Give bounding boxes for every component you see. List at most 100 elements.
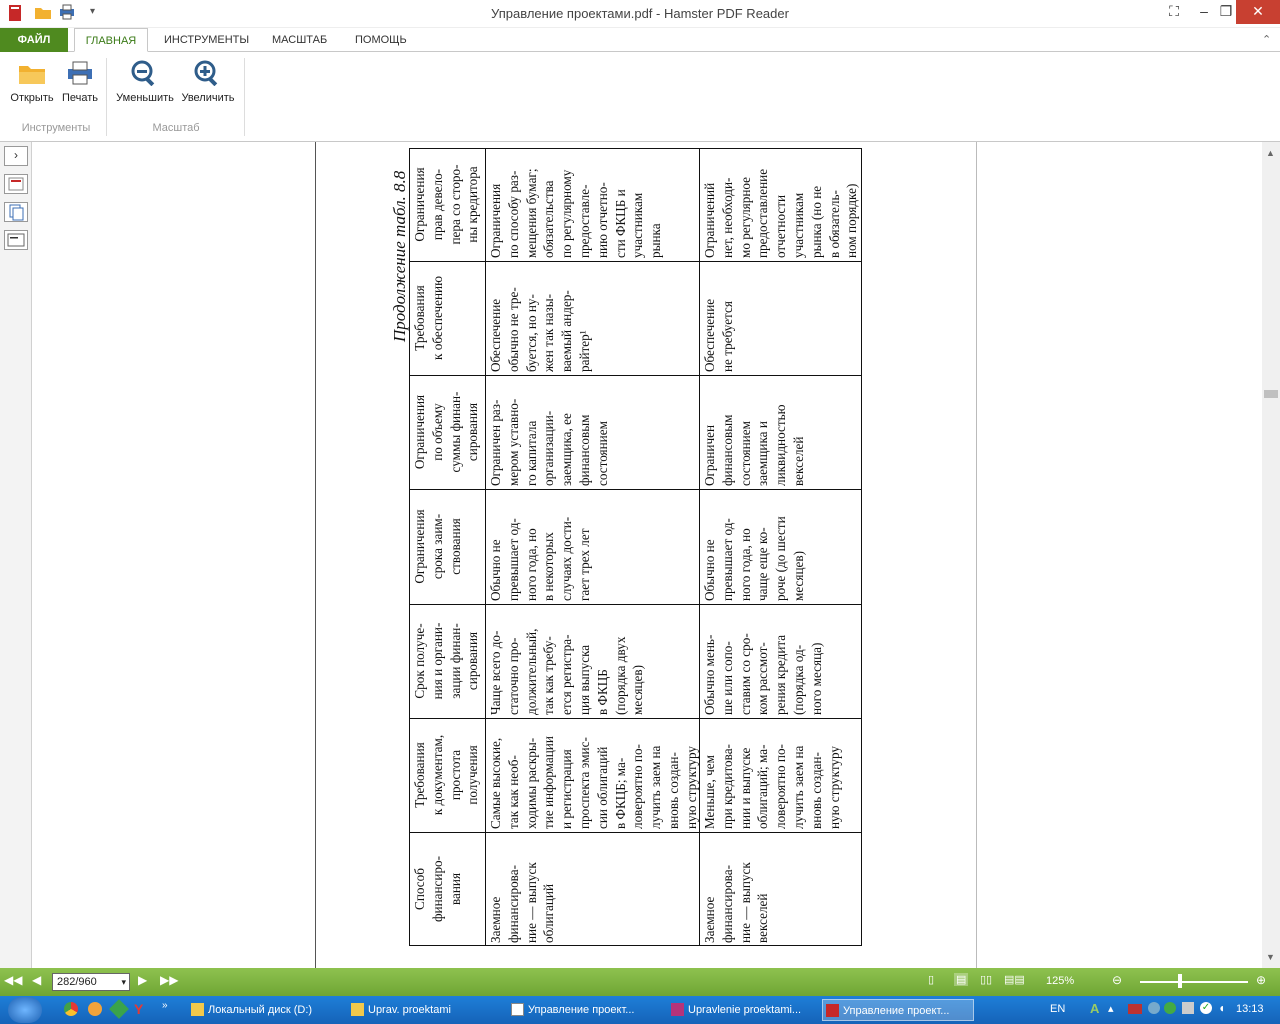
taskbar-label: Управление проект...	[843, 1005, 950, 1017]
zoom-plus-icon[interactable]: ⊕	[1256, 973, 1266, 987]
tray-arrow-icon[interactable]: ▴	[1108, 1002, 1114, 1015]
group-scale-label: Масштаб	[152, 122, 200, 134]
table-cell-text: Ограничения срока заим- ствования	[412, 509, 463, 584]
tray-status-icon[interactable]	[1148, 1002, 1160, 1014]
table-cell-text: Меньше, чем при кредитова- нии и выпуске…	[702, 744, 842, 829]
two-page-continuous-icon[interactable]: ▤▤	[1004, 973, 1025, 986]
taskbar-item-archive[interactable]: Upravlenie proektami...	[668, 999, 818, 1021]
table-header-cell: Ограничения срока заим- ствования	[409, 489, 485, 604]
table-cell-text: Способ финансиро- вания	[412, 855, 463, 923]
vertical-scrollbar[interactable]: ▲ ▼	[1262, 142, 1280, 968]
table-cell: Чаще всего до- статочно про- должительны…	[485, 604, 699, 718]
table-cell: Обычно мень- ше или сопо- ставим со сро-…	[699, 604, 862, 718]
prev-page-icon[interactable]: ◀	[32, 973, 41, 987]
clock: 13:13	[1236, 1003, 1264, 1015]
taskbar-label: Uprav. proektami	[368, 1004, 451, 1016]
collapse-ribbon-icon[interactable]: ⌃	[1256, 28, 1277, 52]
group-divider	[106, 58, 107, 136]
zoom-slider[interactable]	[1140, 981, 1248, 983]
open-label: Открыть	[10, 92, 54, 104]
show-more-icon[interactable]: »	[162, 1000, 168, 1011]
table-cell-text: Требования к обеспечению	[412, 276, 445, 360]
taskbar-label: Управление проект...	[528, 1004, 635, 1016]
print-button[interactable]: Печать	[54, 56, 106, 114]
zoom-out-icon	[131, 60, 155, 86]
page-number-input[interactable]: 282/960 ▾	[52, 973, 130, 991]
yandex-icon[interactable]: Y	[134, 1001, 143, 1017]
zoom-out-label: Уменьшить	[116, 92, 174, 104]
mail-icon[interactable]	[88, 1002, 102, 1016]
table-cell: Ограничен финансовым состоянием заемщика…	[699, 375, 862, 489]
taskbar-item-folder[interactable]: Uprav. proektami	[348, 999, 504, 1021]
thumbnails-icon[interactable]	[4, 174, 28, 194]
continuous-view-icon[interactable]: ▤	[954, 973, 969, 986]
taskbar-item-disk[interactable]: Локальный диск (D:)	[188, 999, 344, 1021]
expand-panel-icon[interactable]: ›	[4, 146, 28, 166]
start-button[interactable]	[8, 997, 42, 1023]
pdf-icon	[826, 1004, 839, 1017]
zoom-out-button[interactable]: Уменьшить	[114, 56, 176, 114]
taskbar-item-doc[interactable]: Управление проект...	[508, 999, 664, 1021]
table-cell-text: Самые высокие, так как необ- ходимы раск…	[488, 736, 699, 829]
tab-help[interactable]: ПОМОЩЬ	[349, 28, 413, 52]
tray-security-icon[interactable]	[1164, 1002, 1176, 1014]
tab-scale[interactable]: МАСШТАБ	[266, 28, 333, 52]
tray-a-icon[interactable]: A	[1090, 1001, 1099, 1016]
scroll-thumb[interactable]	[1264, 390, 1278, 398]
chrome-icon[interactable]	[64, 1002, 78, 1016]
close-button[interactable]: ✕	[1236, 0, 1280, 24]
table-cell: Обычно не превышает од- ного года, но в …	[485, 489, 699, 604]
zoom-level: 125%	[1046, 975, 1075, 987]
last-page-icon[interactable]: ▶▶	[160, 973, 178, 987]
bookmarks-icon[interactable]	[4, 230, 28, 250]
table-cell-text: Чаще всего до- статочно про- должительны…	[488, 628, 646, 715]
next-page-icon[interactable]: ▶	[138, 973, 147, 987]
table-cell: Заемное финансирова- ние — выпуск вексел…	[699, 832, 862, 946]
table-cell: Обычно не превышает од- ного года, но ча…	[699, 489, 862, 604]
taskbar-label: Upravlenie proektami...	[688, 1004, 802, 1016]
two-page-view-icon[interactable]: ▯▯	[980, 973, 992, 986]
utorrent-icon[interactable]	[109, 999, 129, 1019]
scroll-up-icon[interactable]: ▲	[1266, 148, 1275, 158]
table-caption: Продолжение табл. 8.8	[372, 152, 409, 342]
scroll-down-icon[interactable]: ▼	[1266, 952, 1275, 962]
open-button[interactable]: Открыть	[6, 56, 58, 114]
network-icon[interactable]	[1182, 1002, 1194, 1014]
page-dropdown-icon[interactable]: ▾	[121, 974, 126, 990]
left-sidebar: ›	[0, 142, 32, 968]
taskbar-item-pdf-reader[interactable]: Управление проект...	[822, 999, 974, 1021]
table-caption-text: Продолжение табл. 8.8	[390, 170, 409, 342]
zoom-slider-knob[interactable]	[1177, 974, 1182, 988]
table-cell: Самые высокие, так как необ- ходимы раск…	[485, 718, 699, 832]
table-cell-text: Ограничений нет, необходи- мо регулярное…	[702, 168, 860, 258]
volume-icon[interactable]: ◖	[1218, 1001, 1225, 1015]
fullscreen-button[interactable]: ⛶	[1158, 0, 1190, 24]
table-cell-text: Заемное финансирова- ние — выпуск облига…	[488, 862, 557, 943]
tab-home[interactable]: ГЛАВНАЯ	[74, 28, 148, 52]
taskbar-label: Локальный диск (D:)	[208, 1004, 313, 1016]
zoom-minus-icon[interactable]: ⊖	[1112, 973, 1122, 987]
flag-icon[interactable]	[1128, 1004, 1142, 1014]
folder-icon	[19, 66, 45, 84]
tab-tools[interactable]: ИНСТРУМЕНТЫ	[158, 28, 255, 52]
pages-icon[interactable]	[4, 202, 28, 222]
tab-file[interactable]: ФАЙЛ	[0, 28, 68, 52]
zoom-in-button[interactable]: Увеличить	[178, 56, 238, 114]
language-indicator[interactable]: EN	[1050, 1003, 1065, 1015]
zoom-in-label: Увеличить	[181, 92, 235, 104]
check-icon[interactable]: ✓	[1200, 1002, 1212, 1014]
ribbon: Открыть Печать Уменьшить Увеличить Инстр…	[0, 52, 1280, 142]
table-header-cell: Требования к обеспечению	[409, 261, 485, 375]
table-cell-text: Требования к документам, простота получе…	[412, 734, 481, 816]
windows-taskbar: Y » Локальный диск (D:) Uprav. proektami…	[0, 996, 1280, 1024]
first-page-icon[interactable]: ◀◀	[4, 973, 22, 987]
window-title: Управление проектами.pdf - Hamster PDF R…	[491, 6, 789, 21]
table-cell-text: Ограничен раз- мером уставно- го капитал…	[488, 398, 610, 486]
next-page-blank	[976, 142, 1262, 968]
rotated-table: Способ финансиро- вания Требования к доку…	[409, 148, 862, 946]
single-page-view-icon[interactable]: ▯	[928, 973, 934, 986]
table-cell: Ограничения по способу раз- мещения бума…	[485, 148, 699, 261]
table-header-cell: Срок получе- ния и органи- зации финан- …	[409, 604, 485, 718]
table-cell: Ограничений нет, необходи- мо регулярное…	[699, 148, 862, 261]
table-cell: Меньше, чем при кредитова- нии и выпуске…	[699, 718, 862, 832]
